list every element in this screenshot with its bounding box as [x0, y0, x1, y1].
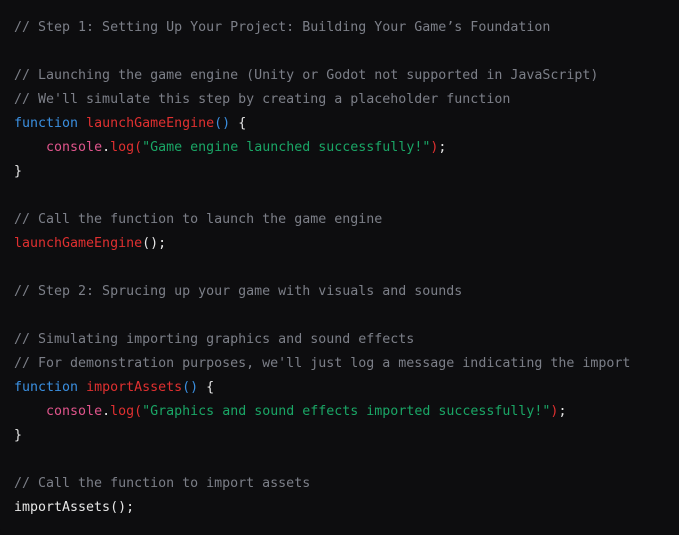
code-line: launchGameEngine(); [14, 232, 679, 256]
code-line: console.log("Graphics and sound effects … [14, 400, 679, 424]
code-token: "Graphics and sound effects imported suc… [142, 404, 551, 419]
code-line: } [14, 160, 679, 184]
code-line: } [14, 424, 679, 448]
code-line: // Step 2: Sprucing up your game with vi… [14, 280, 679, 304]
code-token: launchGameEngine [86, 116, 215, 131]
code-line: // Simulating importing graphics and sou… [14, 328, 679, 352]
code-token: ( [134, 140, 143, 155]
code-token: "Game engine launched successfully!" [142, 140, 431, 155]
code-token: console [46, 404, 103, 419]
code-token: // Call the function to import assets [14, 476, 311, 491]
code-token: launchGameEngine [14, 236, 143, 251]
code-token: importAssets(); [14, 500, 135, 515]
code-token: // Simulating importing graphics and sou… [14, 332, 415, 347]
code-token: importAssets [86, 380, 183, 395]
code-token: () [142, 236, 159, 251]
code-line: // Step 1: Setting Up Your Project: Buil… [14, 16, 679, 40]
code-line: importAssets(); [14, 496, 679, 520]
code-line: // We'll simulate this step by creating … [14, 88, 679, 112]
code-token: function [14, 380, 79, 395]
code-line: // For demonstration purposes, we'll jus… [14, 352, 679, 376]
code-line: function importAssets() { [14, 376, 679, 400]
code-token: // Step 1: Setting Up Your Project: Buil… [14, 20, 551, 35]
code-token: () [182, 380, 199, 395]
code-token: } [14, 428, 23, 443]
code-line: // Call the function to launch the game … [14, 208, 679, 232]
code-token: { [206, 380, 215, 395]
code-token: // Launching the game engine (Unity or G… [14, 68, 599, 83]
code-line: // Launching the game engine (Unity or G… [14, 64, 679, 88]
code-token: ; [558, 404, 567, 419]
code-token: ( [134, 404, 143, 419]
code-token: log [110, 404, 135, 419]
code-token: // For demonstration purposes, we'll jus… [14, 356, 631, 371]
code-block: // Step 1: Setting Up Your Project: Buil… [0, 0, 679, 535]
code-token: // Call the function to launch the game … [14, 212, 383, 227]
code-token: } [14, 164, 23, 179]
code-line: function launchGameEngine() { [14, 112, 679, 136]
code-token: . [102, 404, 111, 419]
code-token: ; [158, 236, 167, 251]
code-token: . [102, 140, 111, 155]
code-line: // Call the function to import assets [14, 472, 679, 496]
code-token: { [238, 116, 247, 131]
code-token: function [14, 116, 79, 131]
code-token: () [214, 116, 231, 131]
code-token: ; [438, 140, 447, 155]
code-token: // Step 2: Sprucing up your game with vi… [14, 284, 463, 299]
code-token: console [46, 140, 103, 155]
code-token: // We'll simulate this step by creating … [14, 92, 511, 107]
code-line: console.log("Game engine launched succes… [14, 136, 679, 160]
code-token: log [110, 140, 135, 155]
